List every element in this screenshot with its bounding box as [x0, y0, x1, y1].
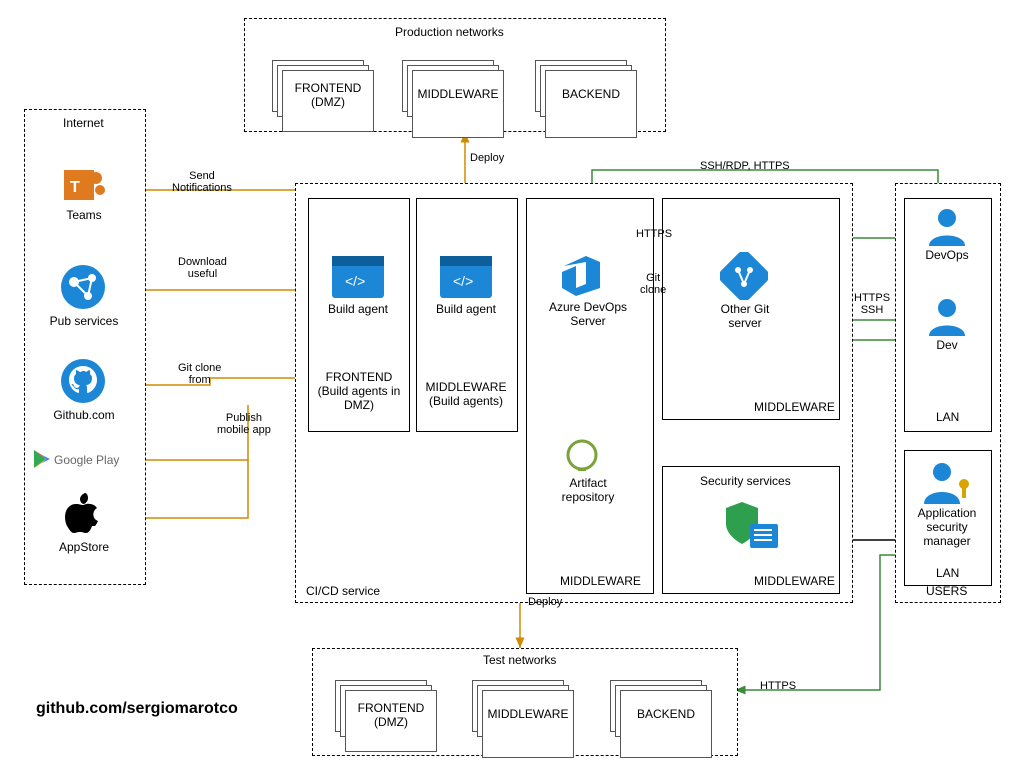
label-github: Github.com: [24, 408, 144, 422]
label-https-top: HTTPS: [636, 228, 672, 240]
label-gitclone: Git clone from: [178, 362, 221, 386]
zone-title-users: USERS: [926, 584, 967, 598]
label-https-ssh: HTTPS SSH: [854, 292, 890, 316]
label-lan2: LAN: [936, 566, 959, 580]
label-col-b: MIDDLEWARE (Build agents): [420, 380, 512, 408]
label-col-a: FRONTEND (Build agents in DMZ): [314, 370, 404, 412]
label-teams: Teams: [24, 208, 144, 222]
svg-text:T: T: [70, 179, 80, 196]
label-lan1: LAN: [936, 410, 959, 424]
label-gitclone2: Git clone: [640, 272, 666, 296]
label-sec: Security services: [700, 474, 791, 488]
zone-title-internet: Internet: [63, 116, 104, 130]
label-secmgr: Application security manager: [901, 506, 993, 548]
label-sshrdp: SSH/RDP, HTTPS: [700, 160, 790, 172]
credit: github.com/sergiomarotco: [36, 700, 238, 718]
label-buildagent-b: Build agent: [416, 302, 516, 316]
label-azure: Azure DevOps Server: [528, 300, 648, 328]
zone-title-test: Test networks: [483, 653, 556, 667]
label-pub: Pub services: [24, 314, 144, 328]
svg-text:</>: </>: [453, 273, 473, 289]
label-devops: DevOps: [904, 248, 990, 262]
label-git: Other Git server: [685, 302, 805, 330]
zone-title-cicd: CI/CD service: [306, 584, 380, 598]
svg-text:</>: </>: [345, 273, 365, 289]
label-col-d-bot: MIDDLEWARE: [754, 574, 835, 588]
label-https-test: HTTPS: [760, 680, 796, 692]
zone-title-production: Production networks: [395, 25, 504, 39]
label-artifact: Artifact repository: [528, 476, 648, 504]
label-col-c: MIDDLEWARE: [560, 574, 641, 588]
label-send: Send Notifications: [172, 170, 232, 194]
label-publish: Publish mobile app: [217, 412, 271, 436]
label-appstore: AppStore: [24, 540, 144, 554]
svg-text:Google Play: Google Play: [54, 453, 119, 467]
label-dev: Dev: [904, 338, 990, 352]
label-download: Download useful: [178, 256, 227, 280]
label-deploy-down: Deploy: [528, 596, 562, 608]
label-deploy-up: Deploy: [470, 152, 504, 164]
label-buildagent-a: Build agent: [308, 302, 408, 316]
label-col-d-top: MIDDLEWARE: [754, 400, 835, 414]
